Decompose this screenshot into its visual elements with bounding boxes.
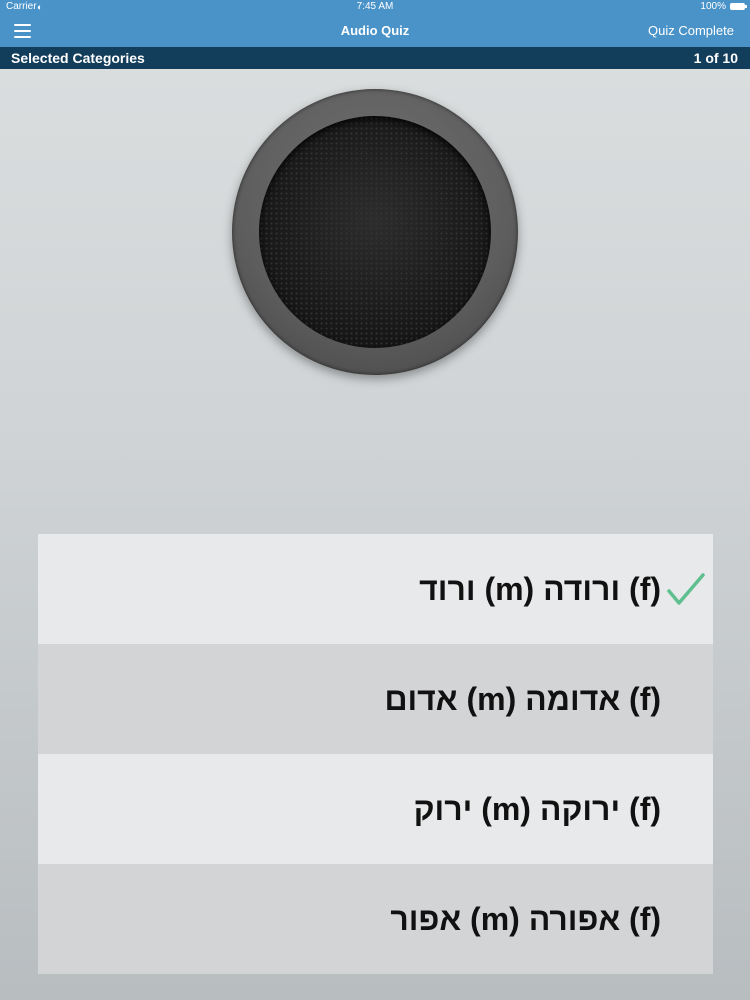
answer-text: אדום (m) אדומה (f) <box>384 681 661 717</box>
answer-list: ורוד (m) ורודה (f) אדום (m) אדומה (f) יר… <box>38 534 713 974</box>
category-bar: Selected Categories 1 of 10 <box>0 47 750 69</box>
answer-option-4[interactable]: אפור (m) אפורה (f) <box>38 864 713 974</box>
nav-bar: Audio Quiz Quiz Complete <box>0 14 750 47</box>
status-bar: Carrier ◐ 7:45 AM 100% <box>0 0 750 14</box>
answer-text: ורוד (m) ורודה (f) <box>419 571 661 607</box>
page-title: Audio Quiz <box>340 23 410 38</box>
answer-option-1[interactable]: ורוד (m) ורודה (f) <box>38 534 713 644</box>
answer-text: אפור (m) אפורה (f) <box>390 901 661 937</box>
selected-categories-label: Selected Categories <box>11 50 145 66</box>
speaker-grille-icon <box>259 116 491 348</box>
status-time: 7:45 AM <box>356 1 394 12</box>
answer-option-3[interactable]: ירוק (m) ירוקה (f) <box>38 754 713 864</box>
checkmark-icon <box>667 573 705 605</box>
answer-option-2[interactable]: אדום (m) אדומה (f) <box>38 644 713 754</box>
quiz-complete-button[interactable]: Quiz Complete <box>648 14 734 47</box>
answer-text: ירוק (m) ירוקה (f) <box>413 791 661 827</box>
battery-percent: 100% <box>700 1 726 12</box>
progress-counter: 1 of 10 <box>693 50 738 66</box>
play-audio-button[interactable] <box>232 89 518 375</box>
battery-icon <box>730 3 747 10</box>
